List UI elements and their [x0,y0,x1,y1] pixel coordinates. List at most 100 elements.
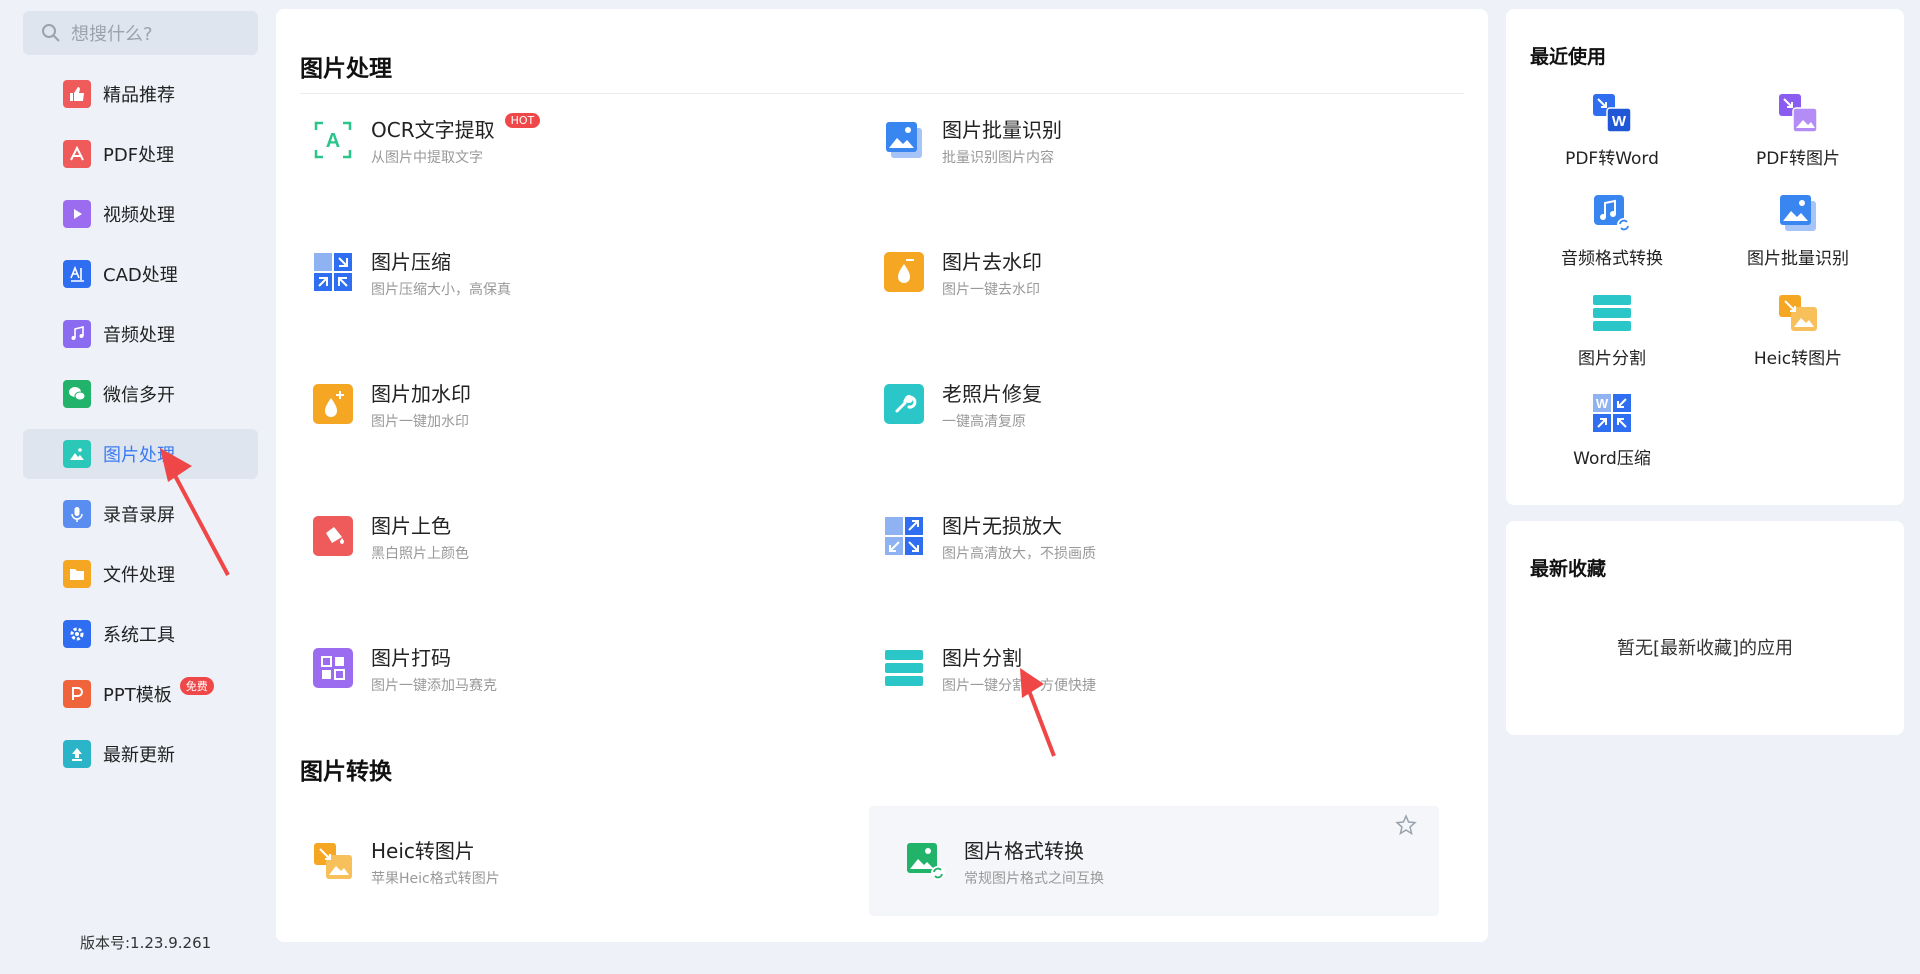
section-title-image-processing: 图片处理 [300,56,392,82]
tool-split[interactable]: 图片分割 图片一键分割，方便快捷 [847,613,1417,723]
recent-label: 音频格式转换 [1561,249,1663,269]
tool-heic[interactable]: Heic转图片 苹果Heic格式转图片 [276,806,846,916]
sidebar-item-updates[interactable]: 最新更新 [23,729,258,779]
tool-photo-repair[interactable]: 老照片修复 一键高清复原 [847,349,1417,459]
tool-desc: 图片一键去水印 [942,281,1040,298]
svg-text:W: W [1596,396,1609,411]
recent-label: 图片分割 [1578,349,1646,369]
sidebar-item-wechat[interactable]: 微信多开 [23,369,258,419]
tool-desc: 图片一键加水印 [371,413,469,430]
mosaic-icon [313,648,353,688]
enlarge-icon [884,516,924,556]
sidebar-item-label: CAD处理 [103,265,178,286]
recent-item-audio-convert[interactable]: 音频格式转换 [1527,193,1697,283]
tool-name: 老照片修复 [942,381,1042,406]
tool-name: 图片去水印 [942,249,1042,274]
tool-compress[interactable]: 图片压缩 图片压缩大小，高保真 [276,217,846,327]
upload-icon [63,740,91,768]
tool-mosaic[interactable]: 图片打码 图片一键添加马赛克 [276,613,846,723]
audio-convert-icon [1594,195,1631,232]
recent-panel: 最近使用 W PDF转Word PDF转图片 音频格式转换 图片批量识别 图片分… [1506,9,1904,505]
recent-label: Word压缩 [1573,449,1651,469]
ppt-icon [63,680,91,708]
thumbs-up-icon [63,80,91,108]
tool-name: 图片上色 [371,513,451,538]
ocr-icon: A [313,120,353,160]
heic-icon [313,841,353,881]
paint-bucket-icon [313,516,353,556]
tool-name: 图片打码 [371,645,451,670]
search-placeholder: 想搜什么? [71,24,153,45]
pdf-to-image-icon [1779,94,1818,133]
tool-desc: 图片压缩大小，高保真 [371,281,511,298]
compress-icon [313,252,353,292]
tool-colorize[interactable]: 图片上色 黑白照片上颜色 [276,481,846,591]
folder-icon [63,560,91,588]
tool-desc: 常规图片格式之间互换 [964,870,1104,887]
sidebar-item-recommended[interactable]: 精品推荐 [23,69,258,119]
recent-item-split[interactable]: 图片分割 [1527,293,1697,383]
tool-name: 图片无损放大 [942,513,1062,538]
add-watermark-icon [313,384,353,424]
pdf-to-word-icon: W [1593,94,1632,133]
favorites-panel: 最新收藏 暂无[最新收藏]的应用 [1506,521,1904,735]
hot-badge: HOT [504,112,541,128]
sidebar-item-ppt[interactable]: PPT模板 免费 [23,669,258,719]
gear-icon [63,620,91,648]
sidebar-item-label: 最新更新 [103,745,175,766]
recent-label: Heic转图片 [1753,349,1843,369]
tool-add-watermark[interactable]: 图片加水印 图片一键加水印 [276,349,846,459]
word-compress-icon: W [1593,394,1631,432]
recent-title: 最近使用 [1530,46,1607,68]
sidebar-item-label: 视频处理 [103,205,175,226]
favorites-title: 最新收藏 [1530,558,1607,580]
recent-label: PDF转Word [1565,149,1659,169]
tool-remove-watermark[interactable]: 图片去水印 图片一键去水印 [847,217,1417,327]
sidebar-item-audio[interactable]: 音频处理 [23,309,258,359]
recent-item-heic[interactable]: Heic转图片 [1713,293,1883,383]
tool-desc: 批量识别图片内容 [942,149,1054,166]
tool-desc: 图片高清放大，不损画质 [942,545,1096,562]
mic-icon [63,500,91,528]
star-icon[interactable] [1395,814,1417,836]
tool-batch-image[interactable]: 图片批量识别 批量识别图片内容 [847,85,1417,195]
favorites-empty-text: 暂无[最新收藏]的应用 [1616,638,1794,659]
image-icon [63,440,91,468]
repair-icon [884,384,924,424]
recent-item-pdf-to-word[interactable]: W PDF转Word [1527,93,1697,183]
tool-name: 图片加水印 [371,381,471,406]
format-convert-icon [906,841,946,881]
main-panel: 图片处理 A OCR文字提取 HOT 从图片中提取文字 图片批量识别 批量识别图片… [276,9,1488,942]
sidebar-item-video[interactable]: 视频处理 [23,189,258,239]
svg-text:A: A [326,130,340,152]
version-label: 版本号:1.23.9.261 [80,934,212,952]
batch-image-icon [884,120,924,160]
tool-ocr[interactable]: A OCR文字提取 HOT 从图片中提取文字 [276,85,846,195]
sidebar-nav: 精品推荐 PDF处理 视频处理 CAD处理 音频处理 微信多开 图片处理 录音录… [23,69,258,789]
tool-desc: 黑白照片上颜色 [371,545,469,562]
search-input[interactable]: 想搜什么? [23,11,258,55]
recent-item-word-compress[interactable]: W Word压缩 [1527,393,1697,483]
tool-desc: 苹果Heic格式转图片 [371,870,500,887]
tool-name: OCR文字提取 [371,117,495,142]
music-icon [63,320,91,348]
sidebar-item-label: 系统工具 [103,625,175,646]
search-icon [42,24,60,42]
tool-lossless-enlarge[interactable]: 图片无损放大 图片高清放大，不损画质 [847,481,1417,591]
recent-item-batch-image[interactable]: 图片批量识别 [1713,193,1883,283]
tool-name: 图片格式转换 [964,838,1084,863]
sidebar-item-cad[interactable]: CAD处理 [23,249,258,299]
annotation-arrow-icon [160,448,230,576]
tool-desc: 图片一键添加马赛克 [371,677,497,694]
tool-format-convert[interactable]: 图片格式转换 常规图片格式之间互换 [869,806,1439,916]
remove-watermark-icon [884,252,924,292]
free-badge: 免费 [179,677,214,695]
recent-item-pdf-to-image[interactable]: PDF转图片 [1713,93,1883,183]
sidebar-item-system[interactable]: 系统工具 [23,609,258,659]
heic-icon [1779,295,1817,331]
tool-desc: 一键高清复原 [942,413,1026,430]
sidebar-item-pdf[interactable]: PDF处理 [23,129,258,179]
split-icon [884,648,924,688]
tool-name: 图片批量识别 [942,117,1062,142]
recent-label: PDF转图片 [1755,149,1841,169]
